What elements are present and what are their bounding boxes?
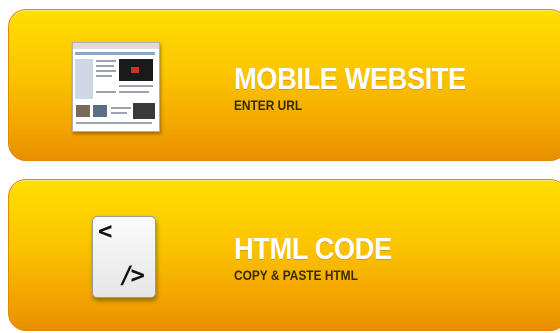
option-subtitle: COPY & PASTE HTML — [234, 267, 358, 283]
code-close-glyph: /> — [119, 261, 145, 289]
option-title: HTML CODE — [234, 231, 392, 266]
html-code-button[interactable]: < /> HTML CODE COPY & PASTE HTML — [8, 179, 560, 331]
mobile-website-button[interactable]: MOBILE WEBSITE ENTER URL — [8, 9, 560, 161]
website-thumbnail-icon — [72, 42, 160, 132]
code-open-glyph: < — [98, 217, 113, 245]
code-file-icon: < /> — [92, 216, 156, 298]
option-title: MOBILE WEBSITE — [234, 61, 466, 96]
option-subtitle: ENTER URL — [234, 97, 303, 113]
source-options-panel: MOBILE WEBSITE ENTER URL < /> HTML CODE … — [0, 0, 560, 333]
